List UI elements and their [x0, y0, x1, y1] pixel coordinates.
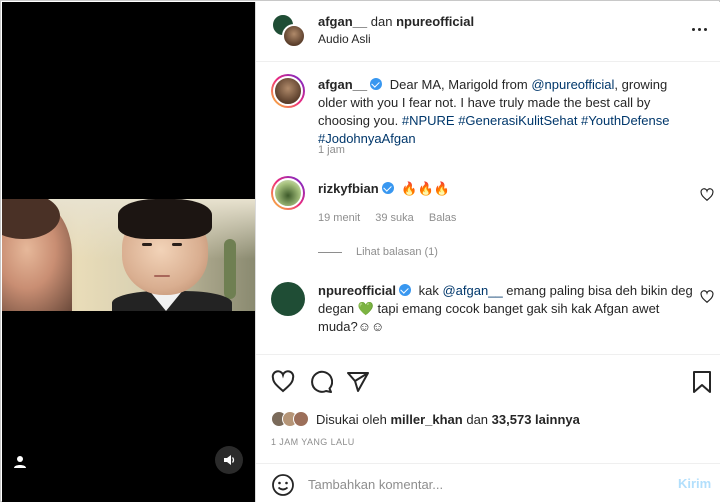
post-comment-button[interactable]: Kirim	[678, 476, 711, 491]
mention-link[interactable]: @npureofficial	[531, 77, 614, 92]
comment-username[interactable]: rizkyfbian	[318, 181, 379, 196]
comment-like-heart-icon[interactable]	[700, 290, 714, 304]
verified-icon	[399, 284, 412, 296]
add-comment-bar: Kirim	[256, 463, 720, 502]
sound-toggle-button[interactable]	[215, 446, 243, 474]
liker-username[interactable]: miller_khan	[390, 412, 462, 427]
post-header: afgan__ dan npureofficial Audio Asli	[256, 2, 720, 62]
comment-like-heart-icon[interactable]	[700, 188, 714, 202]
comment-likes[interactable]: 39 suka	[375, 212, 414, 224]
avatar[interactable]	[271, 176, 305, 210]
likes-summary: Disukai oleh miller_khan dan 33,573 lain…	[271, 408, 580, 430]
comment-input[interactable]	[308, 474, 648, 494]
post-authors: afgan__ dan npureofficial	[318, 14, 474, 29]
audio-label[interactable]: Audio Asli	[318, 32, 371, 46]
comment-text: 🔥🔥🔥	[401, 181, 450, 196]
avatar[interactable]	[271, 74, 305, 108]
verified-icon	[381, 182, 394, 194]
author-link[interactable]: npureofficial	[396, 14, 474, 29]
likes-count[interactable]: 33,573 lainnya	[492, 412, 580, 427]
emoji-icon[interactable]	[271, 473, 295, 497]
caption-time: 1 jam	[318, 144, 345, 156]
more-icon[interactable]	[688, 19, 710, 39]
comment-time: 19 menit	[318, 212, 361, 224]
author-link[interactable]: afgan__	[318, 14, 367, 29]
verified-icon	[370, 78, 383, 90]
mention-link[interactable]: @afgan__	[442, 283, 502, 298]
sound-icon	[224, 455, 235, 465]
avatar	[293, 411, 309, 427]
avatar[interactable]	[271, 282, 305, 316]
video-player[interactable]	[2, 2, 255, 502]
avatar	[282, 24, 306, 48]
authors-connector: dan	[370, 14, 393, 29]
collab-avatars[interactable]	[271, 13, 307, 49]
video-frame	[2, 199, 255, 311]
reply-button[interactable]: Balas	[429, 212, 457, 224]
bookmark-icon[interactable]	[690, 370, 714, 394]
post-details-panel: afgan__ dan npureofficial Audio Asli afg…	[255, 2, 720, 502]
user-tag-icon[interactable]	[12, 454, 28, 470]
comment-username[interactable]: npureofficial	[318, 283, 396, 298]
comments-list: afgan__ Dear MA, Marigold from @npureoff…	[256, 62, 720, 354]
view-replies-button[interactable]: Lihat balasan (1)	[318, 246, 438, 258]
post-timestamp[interactable]: 1 JAM YANG LALU	[271, 437, 355, 447]
instagram-post-modal: afgan__ dan npureofficial Audio Asli afg…	[0, 0, 720, 502]
share-icon[interactable]	[346, 370, 370, 394]
comment-meta: 19 menit 39 suka Balas	[318, 212, 468, 224]
comment-icon[interactable]	[309, 370, 333, 394]
cactus-shape	[224, 239, 236, 299]
caption-text: afgan__ Dear MA, Marigold from @npureoff…	[318, 77, 670, 146]
heart-icon[interactable]	[271, 370, 295, 394]
comment-username[interactable]: afgan__	[318, 77, 367, 92]
